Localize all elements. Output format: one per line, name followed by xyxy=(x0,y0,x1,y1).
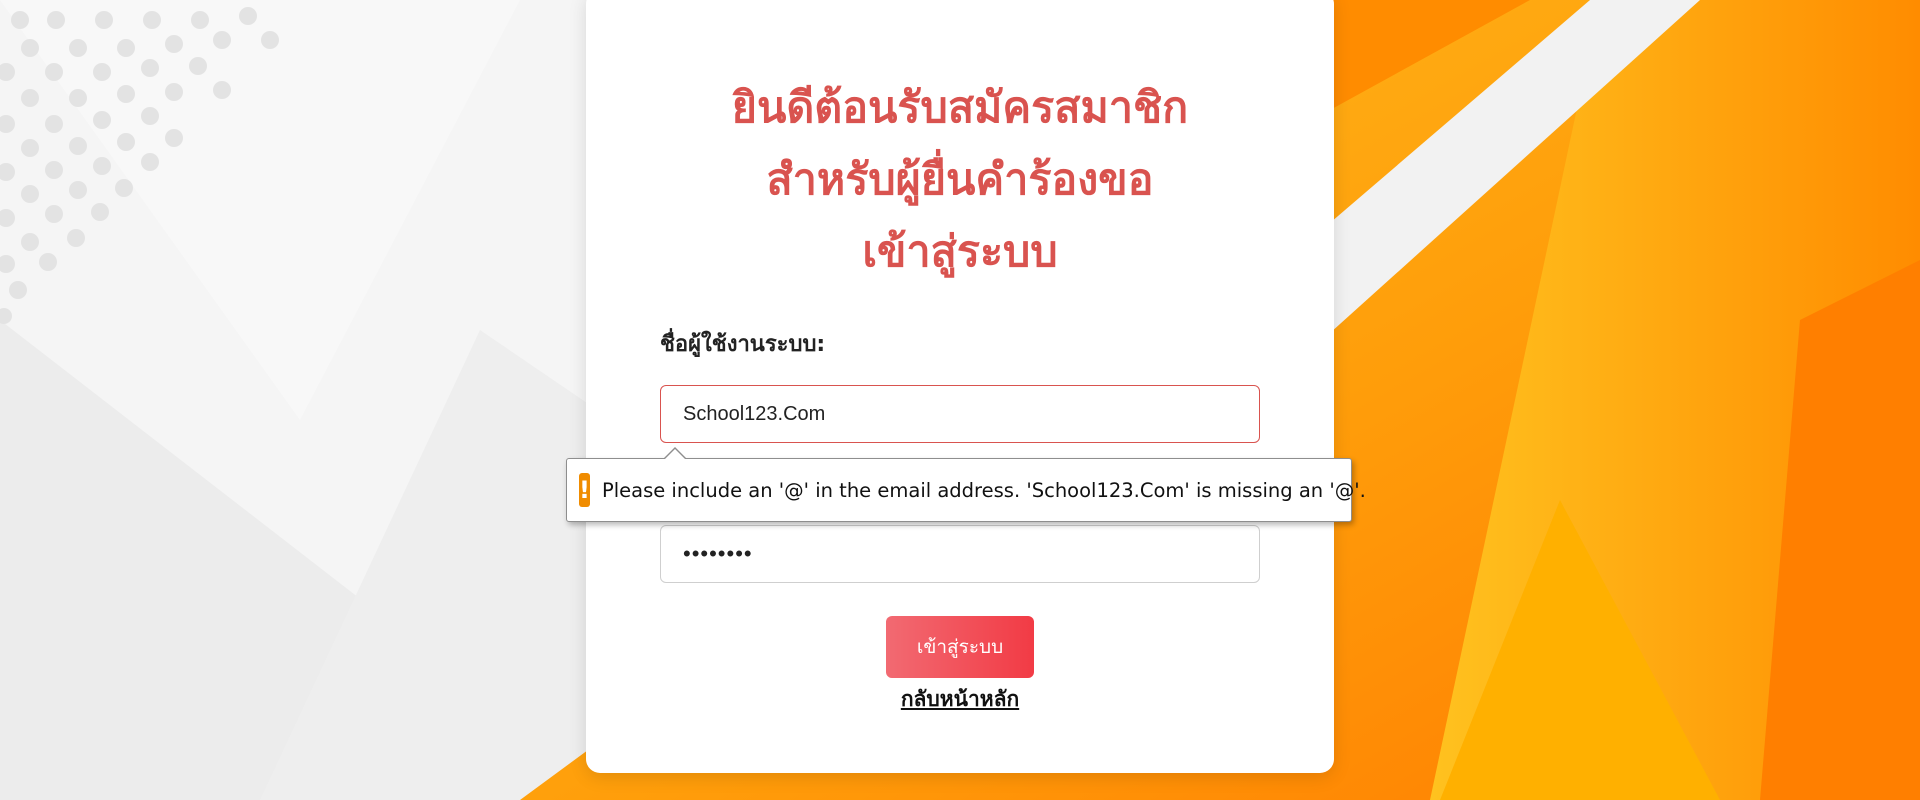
validation-message: Please include an '@' in the email addre… xyxy=(601,478,1366,502)
page-title: ยินดีต้อนรับสมัครสมาชิก สำหรับผู้ยื่นคำร… xyxy=(586,72,1334,288)
back-link-container: กลับหน้าหลัก xyxy=(586,683,1334,716)
login-card: ยินดีต้อนรับสมัครสมาชิก สำหรับผู้ยื่นคำร… xyxy=(586,0,1334,773)
login-button[interactable]: เข้าสู่ระบบ xyxy=(886,616,1034,678)
username-label: ชื่อผู้ใช้งานระบบ: xyxy=(660,332,826,357)
warning-icon: ! xyxy=(579,473,590,507)
validation-tooltip: ! Please include an '@' in the email add… xyxy=(566,447,1366,522)
title-line: สำหรับผู้ยื่นคำร้องขอ xyxy=(766,155,1154,205)
title-line: เข้าสู่ระบบ xyxy=(862,227,1058,277)
username-input[interactable] xyxy=(660,385,1260,443)
back-to-home-link[interactable]: กลับหน้าหลัก xyxy=(901,687,1019,711)
password-input[interactable] xyxy=(660,525,1260,583)
title-line: ยินดีต้อนรับสมัครสมาชิก xyxy=(731,83,1189,133)
